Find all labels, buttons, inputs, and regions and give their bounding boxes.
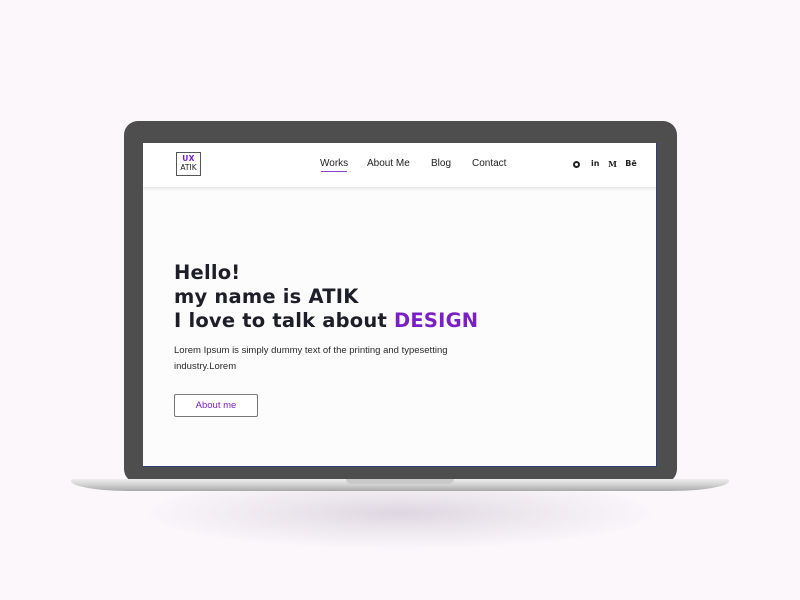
medium-icon[interactable]: M <box>608 159 617 171</box>
behance-icon[interactable]: Bē <box>625 159 637 171</box>
hero-heading-line-1: Hello! <box>174 261 241 284</box>
about-me-button[interactable]: About me <box>174 394 258 417</box>
nav-link-contact[interactable]: Contact <box>472 158 506 169</box>
hero-heading-line-3: I love to talk about DESIGN <box>174 309 478 332</box>
active-nav-underline <box>321 171 347 172</box>
nav-links: Works About Me Blog Contact <box>143 158 656 174</box>
nav-link-blog[interactable]: Blog <box>431 158 451 169</box>
linkedin-icon[interactable]: in <box>591 159 599 171</box>
hero-heading-accent: DESIGN <box>394 309 479 332</box>
laptop-notch <box>346 479 454 484</box>
hero-heading-line-2: my name is ATIK <box>174 285 359 308</box>
hero-heading-prefix: I love to talk about <box>174 309 394 332</box>
hero-description: Lorem Ipsum is simply dummy text of the … <box>174 345 448 372</box>
navbar: UX ATIK Works About Me Blog Contact in M… <box>143 143 656 187</box>
nav-link-works[interactable]: Works <box>320 158 348 169</box>
github-icon[interactable] <box>573 161 580 168</box>
laptop-screen: UX ATIK Works About Me Blog Contact in M… <box>143 143 657 467</box>
nav-link-about-me[interactable]: About Me <box>367 158 410 169</box>
